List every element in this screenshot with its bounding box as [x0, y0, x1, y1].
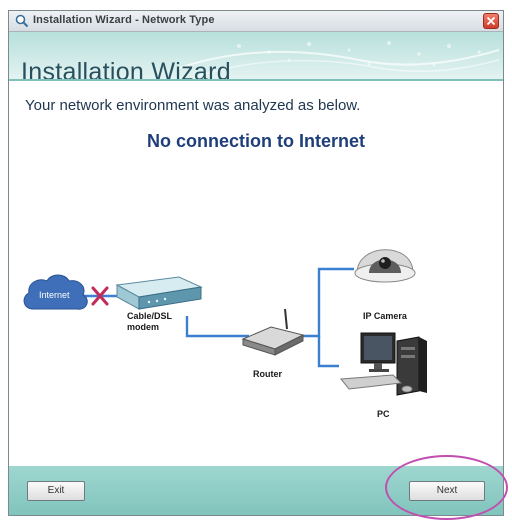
ip-camera-icon: [354, 239, 416, 283]
modem-icon: [115, 276, 203, 310]
modem-label-line2: modem: [127, 322, 160, 332]
pc-icon: [340, 332, 427, 396]
modem-label-line1: Cable/DSL: [127, 311, 173, 321]
exit-button[interactable]: Exit: [27, 481, 85, 501]
internet-label: Internet: [39, 290, 70, 300]
installation-wizard-window: Installation Wizard - Network Type Insta…: [8, 10, 504, 516]
footer-bar: Exit Next: [9, 466, 503, 515]
network-diagram: [23, 239, 427, 396]
router-label: Router: [253, 369, 282, 379]
ip-camera-label: IP Camera: [363, 311, 407, 321]
pc-label: PC: [377, 409, 390, 419]
router-icon: [241, 308, 305, 356]
connection-lines: [83, 267, 354, 368]
next-button[interactable]: Next: [409, 481, 485, 501]
